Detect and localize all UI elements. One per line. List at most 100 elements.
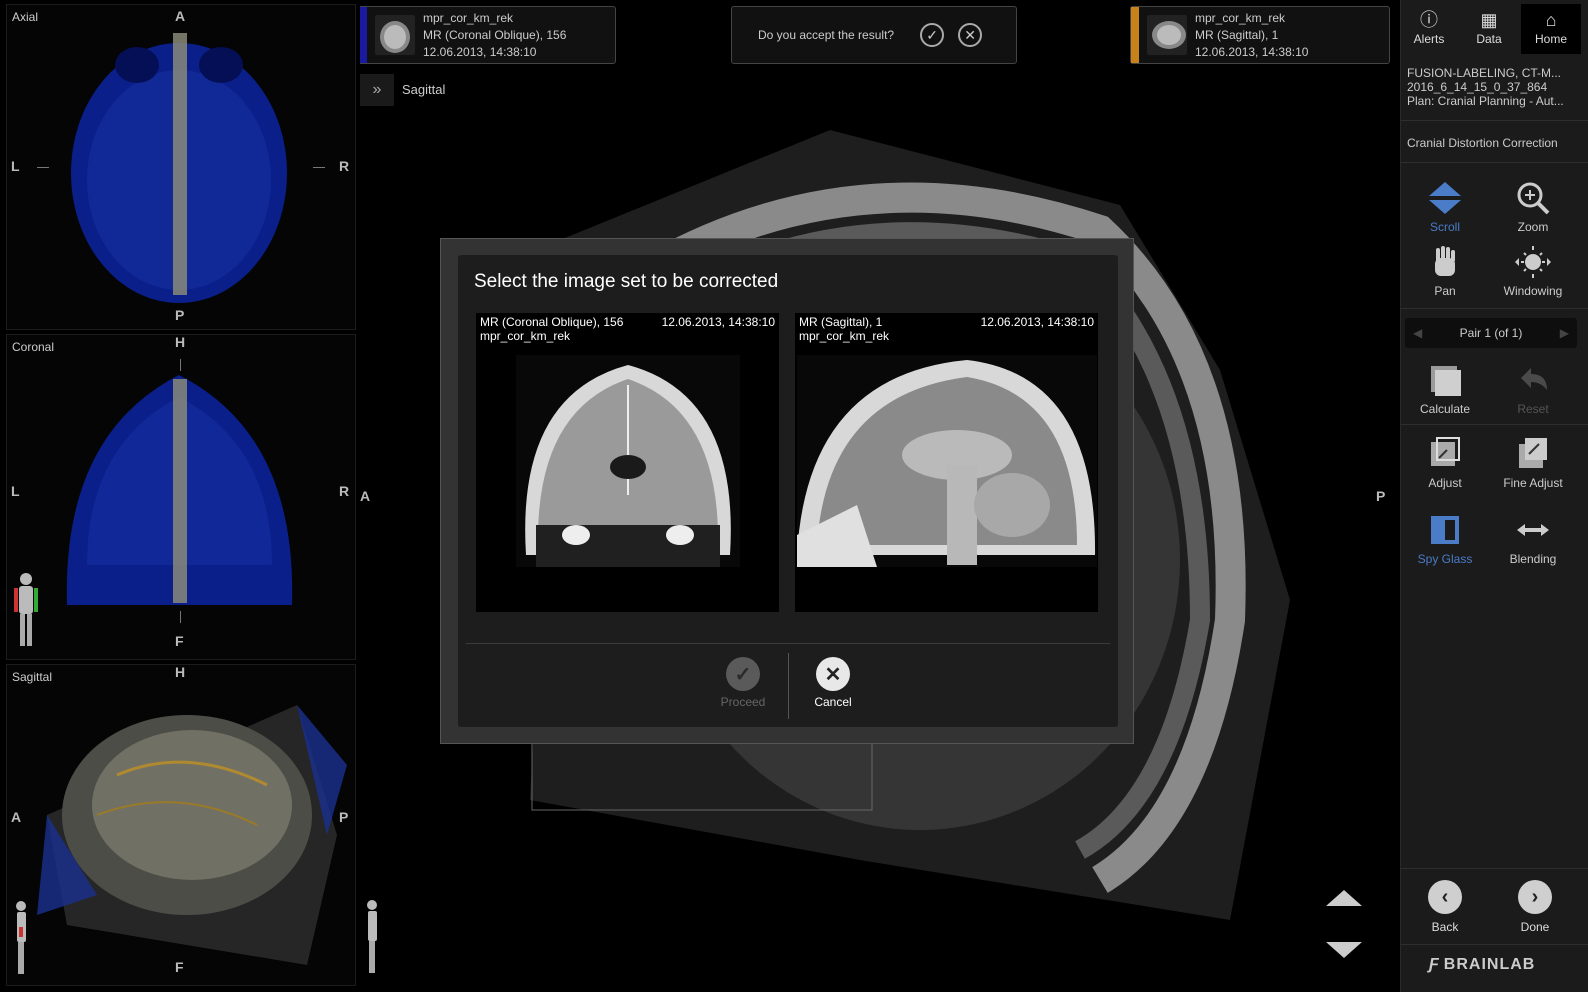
back-button[interactable]: ‹ Back xyxy=(1401,880,1489,934)
pan-label: Pan xyxy=(1434,284,1456,298)
spy-glass-button[interactable]: Spy Glass xyxy=(1401,508,1489,566)
divider xyxy=(1401,424,1588,425)
sagittal-scan-image xyxy=(37,705,347,965)
accept-check-button[interactable]: ✓ xyxy=(920,23,945,47)
windowing-label: Windowing xyxy=(1503,284,1563,298)
scroll-up-arrow-icon[interactable] xyxy=(1326,890,1362,908)
fine-adjust-icon xyxy=(1489,432,1577,476)
button-divider xyxy=(788,653,789,719)
axial-scan-image xyxy=(71,33,287,303)
adjust-button[interactable]: Adjust xyxy=(1401,432,1489,490)
data-button[interactable]: ▦ Data xyxy=(1461,4,1517,54)
series-color-stripe xyxy=(360,7,367,63)
proceed-button[interactable]: ✓ Proceed xyxy=(700,657,786,709)
undo-icon xyxy=(1489,358,1577,402)
main-orient-right: P xyxy=(1376,488,1386,504)
scroll-down-arrow-icon[interactable] xyxy=(1326,940,1362,958)
divider xyxy=(1401,162,1588,163)
series-desc: MR (Sagittal), 1 xyxy=(1195,27,1279,42)
expand-view-button[interactable]: » xyxy=(360,74,394,106)
dialog-body: Select the image set to be corrected MR … xyxy=(458,255,1118,727)
right-toolbar: ⓘ Alerts ▦ Data ⌂ Home FUSION-LABELING, … xyxy=(1400,0,1588,992)
pair-label: Pair 1 (of 1) xyxy=(1459,326,1523,340)
fine-adjust-button[interactable]: Fine Adjust xyxy=(1489,432,1577,490)
spy-glass-label: Spy Glass xyxy=(1417,552,1473,566)
done-button[interactable]: › Done xyxy=(1491,880,1579,934)
image-set-card-sagittal[interactable]: MR (Sagittal), 1 mpr_cor_km_rek 12.06.20… xyxy=(795,313,1098,612)
home-icon: ⌂ xyxy=(1545,10,1557,30)
series-card-left[interactable]: mpr_cor_km_rek MR (Coronal Oblique), 156… xyxy=(360,6,616,64)
pan-tool-button[interactable]: Pan xyxy=(1401,240,1489,298)
card-date: 12.06.2013, 14:38:10 xyxy=(980,315,1094,329)
series-color-stripe xyxy=(1131,7,1139,63)
alerts-label: Alerts xyxy=(1413,32,1445,46)
series-name: mpr_cor_km_rek xyxy=(423,10,514,25)
axial-orient-top: A xyxy=(175,8,186,24)
calculate-button[interactable]: Calculate xyxy=(1401,358,1489,416)
calculate-label: Calculate xyxy=(1419,402,1471,416)
patient-info: FUSION-LABELING, CT-M... 2016_6_14_15_0_… xyxy=(1407,66,1581,108)
body-orientation-icon xyxy=(16,901,26,974)
card-name: mpr_cor_km_rek xyxy=(480,329,571,343)
coronal-orient-bottom: F xyxy=(175,633,184,649)
series-thumbnail xyxy=(1147,15,1187,55)
coronal-label: Coronal xyxy=(12,340,55,354)
reject-button[interactable]: ✕ xyxy=(958,23,983,47)
fine-adjust-label: Fine Adjust xyxy=(1503,476,1563,490)
coronal-orient-right: R xyxy=(339,483,350,499)
body-orientation-icon xyxy=(367,900,377,973)
brainlab-logo-icon: Ƒ xyxy=(1429,956,1440,973)
sagittal-orient-left: A xyxy=(11,809,22,825)
workflow-step-title: Cranial Distortion Correction xyxy=(1407,136,1558,150)
image-set-card-coronal[interactable]: MR (Coronal Oblique), 156 mpr_cor_km_rek… xyxy=(476,313,779,612)
blending-button[interactable]: Blending xyxy=(1489,508,1577,566)
view-label: Sagittal xyxy=(402,82,446,97)
axial-view-panel[interactable]: Axial A P L R xyxy=(6,4,356,330)
spy-glass-icon xyxy=(1401,508,1489,552)
chevron-left-icon[interactable]: ◀ xyxy=(1413,326,1422,340)
divider xyxy=(1401,944,1588,945)
reset-button[interactable]: Reset xyxy=(1489,358,1577,416)
axial-orient-left: L xyxy=(11,158,20,174)
home-button[interactable]: ⌂ Home xyxy=(1521,4,1581,54)
calculate-icon xyxy=(1401,358,1489,402)
series-date: 12.06.2013, 14:38:10 xyxy=(1195,44,1309,59)
sagittal-orient-right: P xyxy=(339,809,349,825)
info-line: Plan: Cranial Planning - Aut... xyxy=(1407,94,1564,108)
select-image-set-dialog: Select the image set to be corrected MR … xyxy=(440,238,1134,744)
data-label: Data xyxy=(1476,32,1502,46)
series-date: 12.06.2013, 14:38:10 xyxy=(423,44,537,59)
check-icon: ✓ xyxy=(926,26,938,43)
zoom-tool-button[interactable]: Zoom xyxy=(1489,176,1577,234)
card-name: mpr_cor_km_rek xyxy=(799,329,890,343)
coronal-tick-top xyxy=(180,359,181,371)
brainlab-logo: Ƒ BRAINLAB xyxy=(1429,956,1535,974)
sagittal-view-panel[interactable]: Sagittal H F A P xyxy=(6,664,356,986)
info-line: FUSION-LABELING, CT-M... xyxy=(1407,66,1562,80)
cancel-button[interactable]: ✕ Cancel xyxy=(790,657,876,709)
reset-label: Reset xyxy=(1517,402,1549,416)
home-label: Home xyxy=(1534,32,1567,46)
sagittal-orient-bottom: F xyxy=(175,959,184,975)
card-date: 12.06.2013, 14:38:10 xyxy=(661,315,775,329)
dialog-title: Select the image set to be corrected xyxy=(474,271,779,292)
coronal-view-panel[interactable]: Coronal H F L R xyxy=(6,334,356,660)
pair-navigator[interactable]: ◀ Pair 1 (of 1) ▶ xyxy=(1405,318,1577,348)
cancel-label: Cancel xyxy=(814,695,852,709)
info-icon: ⓘ xyxy=(1420,10,1438,30)
chevron-right-icon[interactable]: ▶ xyxy=(1560,326,1569,340)
info-line: 2016_6_14_15_0_37_864 xyxy=(1407,80,1548,94)
divider xyxy=(1401,868,1588,869)
done-label: Done xyxy=(1520,920,1550,934)
series-card-right[interactable]: mpr_cor_km_rek MR (Sagittal), 1 12.06.20… xyxy=(1130,6,1390,64)
main-orient-left: A xyxy=(360,488,371,504)
scroll-icon xyxy=(1401,176,1489,220)
alerts-button[interactable]: ⓘ Alerts xyxy=(1401,4,1457,54)
body-orientation-icon xyxy=(14,573,38,646)
scroll-label: Scroll xyxy=(1429,220,1460,234)
scroll-tool-button[interactable]: Scroll xyxy=(1401,176,1489,234)
axial-orient-right: R xyxy=(339,158,350,174)
windowing-tool-button[interactable]: Windowing xyxy=(1489,240,1577,298)
double-chevron-right-icon: » xyxy=(372,81,382,98)
axial-orient-bottom: P xyxy=(175,307,185,323)
